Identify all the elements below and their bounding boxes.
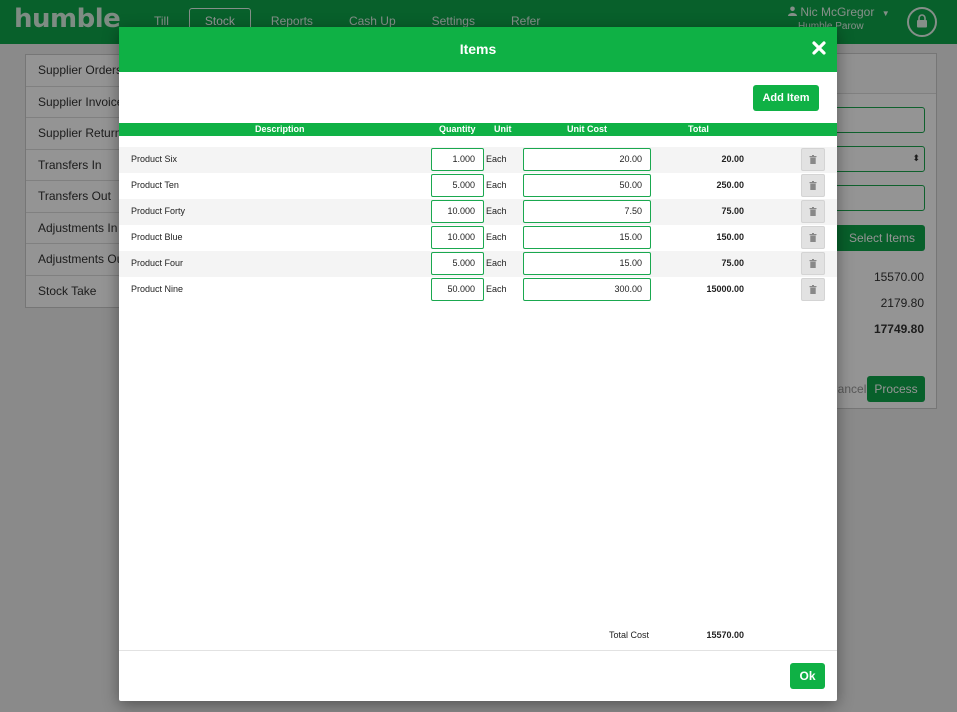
modal-header: Items [119, 27, 837, 72]
total-cost-label: Total Cost [609, 630, 650, 640]
delete-row-button[interactable] [801, 226, 825, 249]
unit-cost-input[interactable]: 15.00 [523, 226, 651, 249]
unit-cost-input[interactable]: 300.00 [523, 278, 651, 301]
item-unit: Each [486, 180, 507, 190]
trash-icon [809, 257, 817, 271]
items-modal: Items Add Item Description Quantity Unit… [119, 27, 837, 701]
header-unit: Unit [494, 124, 512, 134]
table-row: Product Nine 50.000 Each 300.00 15000.00 [119, 277, 837, 303]
items-table-header: Description Quantity Unit Unit Cost Tota… [119, 123, 837, 136]
table-row: Product Six 1.000 Each 20.00 20.00 [119, 147, 837, 173]
item-total: 15000.00 [706, 284, 744, 294]
delete-row-button[interactable] [801, 148, 825, 171]
item-description: Product Ten [131, 180, 179, 190]
quantity-input[interactable]: 10.000 [431, 200, 484, 223]
table-row: Product Blue 10.000 Each 15.00 150.00 [119, 225, 837, 251]
header-total: Total [688, 124, 709, 134]
header-quantity: Quantity [439, 124, 476, 134]
unit-cost-input[interactable]: 7.50 [523, 200, 651, 223]
trash-icon [809, 283, 817, 297]
quantity-input[interactable]: 1.000 [431, 148, 484, 171]
delete-row-button[interactable] [801, 174, 825, 197]
item-unit: Each [486, 232, 507, 242]
header-description: Description [255, 124, 305, 134]
quantity-input[interactable]: 5.000 [431, 252, 484, 275]
quantity-input[interactable]: 10.000 [431, 226, 484, 249]
item-unit: Each [486, 258, 507, 268]
item-unit: Each [486, 206, 507, 216]
trash-icon [809, 205, 817, 219]
item-total: 75.00 [721, 206, 744, 216]
total-cost-value: 15570.00 [706, 630, 744, 640]
item-description: Product Four [131, 258, 184, 268]
unit-cost-input[interactable]: 15.00 [523, 252, 651, 275]
modal-divider [119, 650, 837, 651]
unit-cost-input[interactable]: 20.00 [523, 148, 651, 171]
item-description: Product Forty [131, 206, 186, 216]
close-icon[interactable] [811, 40, 827, 56]
add-item-button[interactable]: Add Item [753, 85, 819, 111]
item-unit: Each [486, 154, 507, 164]
header-unit-cost: Unit Cost [567, 124, 607, 134]
item-description: Product Six [131, 154, 178, 164]
modal-title: Items [459, 41, 497, 57]
table-row: Product Four 5.000 Each 15.00 75.00 [119, 251, 837, 277]
ok-button[interactable]: Ok [790, 663, 825, 689]
item-description: Product Nine [131, 284, 184, 294]
quantity-input[interactable]: 50.000 [431, 278, 484, 301]
unit-cost-input[interactable]: 50.00 [523, 174, 651, 197]
item-total: 75.00 [721, 258, 744, 268]
trash-icon [809, 231, 817, 245]
item-description: Product Blue [131, 232, 183, 242]
table-row: Product Ten 5.000 Each 50.00 250.00 [119, 173, 837, 199]
item-total: 20.00 [721, 154, 744, 164]
trash-icon [809, 179, 817, 193]
delete-row-button[interactable] [801, 278, 825, 301]
item-total: 150.00 [716, 232, 744, 242]
item-total: 250.00 [716, 180, 744, 190]
trash-icon [809, 153, 817, 167]
table-row: Product Forty 10.000 Each 7.50 75.00 [119, 199, 837, 225]
quantity-input[interactable]: 5.000 [431, 174, 484, 197]
delete-row-button[interactable] [801, 252, 825, 275]
item-unit: Each [486, 284, 507, 294]
delete-row-button[interactable] [801, 200, 825, 223]
